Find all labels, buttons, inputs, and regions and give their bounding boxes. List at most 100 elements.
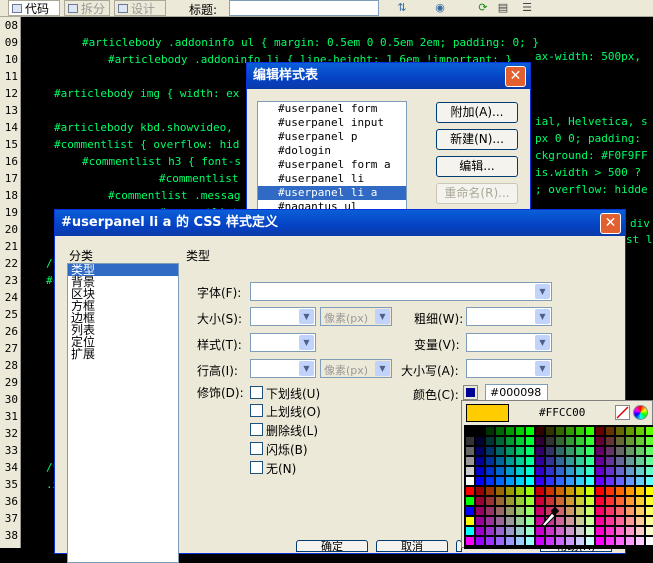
color-cell[interactable] <box>536 437 544 445</box>
color-cell[interactable] <box>526 447 534 455</box>
color-cell[interactable] <box>636 457 644 465</box>
color-cell[interactable] <box>556 527 564 535</box>
color-cell[interactable] <box>576 467 584 475</box>
color-cell[interactable] <box>476 457 484 465</box>
color-cell[interactable] <box>476 427 484 435</box>
category-item[interactable]: 扩展 <box>68 348 178 360</box>
color-cell[interactable] <box>636 487 644 495</box>
color-cell[interactable] <box>496 477 504 485</box>
blink-checkbox[interactable] <box>250 442 263 455</box>
color-cell[interactable] <box>536 487 544 495</box>
color-cell[interactable] <box>616 427 624 435</box>
color-cell[interactable] <box>466 487 474 495</box>
color-cell[interactable] <box>536 427 544 435</box>
design-view-button[interactable]: 设计 <box>114 0 166 16</box>
color-cell[interactable] <box>626 517 634 525</box>
color-cell[interactable] <box>576 537 584 545</box>
color-cell[interactable] <box>626 487 634 495</box>
color-cell[interactable] <box>646 497 653 505</box>
file-management-icon[interactable]: ⇅ <box>395 1 409 15</box>
color-cell[interactable] <box>506 517 514 525</box>
color-cell[interactable] <box>626 467 634 475</box>
color-cell[interactable] <box>586 477 594 485</box>
rule-list-item[interactable]: #dologin <box>258 144 406 158</box>
color-cell[interactable] <box>646 437 653 445</box>
color-cell[interactable] <box>596 527 604 535</box>
color-cell[interactable] <box>616 527 624 535</box>
color-cell[interactable] <box>476 487 484 495</box>
color-cell[interactable] <box>516 507 524 515</box>
color-cell[interactable] <box>516 497 524 505</box>
close-icon[interactable]: ✕ <box>600 213 621 234</box>
new-button[interactable]: 新建(N)... <box>436 129 518 150</box>
color-cell[interactable] <box>506 467 514 475</box>
color-cell[interactable] <box>586 497 594 505</box>
color-cell[interactable] <box>466 437 474 445</box>
color-cell[interactable] <box>536 537 544 545</box>
color-cell[interactable] <box>466 447 474 455</box>
color-cell[interactable] <box>476 507 484 515</box>
color-cell[interactable] <box>486 517 494 525</box>
color-cell[interactable] <box>626 497 634 505</box>
color-cell[interactable] <box>496 507 504 515</box>
color-cell[interactable] <box>596 537 604 545</box>
color-cell[interactable] <box>576 457 584 465</box>
color-cell[interactable] <box>586 437 594 445</box>
color-cell[interactable] <box>506 477 514 485</box>
color-cell[interactable] <box>496 527 504 535</box>
color-cell[interactable] <box>486 487 494 495</box>
color-cell[interactable] <box>516 467 524 475</box>
color-cell[interactable] <box>616 487 624 495</box>
color-cell[interactable] <box>596 437 604 445</box>
color-cell[interactable] <box>506 497 514 505</box>
color-cell[interactable] <box>616 437 624 445</box>
color-cell[interactable] <box>506 457 514 465</box>
system-color-picker-icon[interactable] <box>633 405 648 420</box>
line-through-checkbox[interactable] <box>250 423 263 436</box>
color-cell[interactable] <box>606 527 614 535</box>
color-cell[interactable] <box>616 457 624 465</box>
color-cell[interactable] <box>596 487 604 495</box>
color-cell[interactable] <box>486 527 494 535</box>
color-cell[interactable] <box>556 437 564 445</box>
color-cell[interactable] <box>486 447 494 455</box>
color-cell[interactable] <box>506 537 514 545</box>
color-cell[interactable] <box>646 467 653 475</box>
color-cell[interactable] <box>536 457 544 465</box>
color-cell[interactable] <box>526 437 534 445</box>
color-cell[interactable] <box>556 467 564 475</box>
color-cell[interactable] <box>526 517 534 525</box>
color-cell[interactable] <box>546 497 554 505</box>
line-height-unit-select[interactable]: 像素(px) ▼ <box>320 359 392 378</box>
color-cell[interactable] <box>526 537 534 545</box>
color-cell[interactable] <box>596 497 604 505</box>
color-cell[interactable] <box>616 497 624 505</box>
color-cell[interactable] <box>636 507 644 515</box>
color-cell[interactable] <box>636 517 644 525</box>
color-cell[interactable] <box>516 457 524 465</box>
color-cell[interactable] <box>606 497 614 505</box>
color-cell[interactable] <box>506 447 514 455</box>
no-color-icon[interactable] <box>615 405 630 420</box>
rule-list-item[interactable]: #userpanel input <box>258 116 406 130</box>
color-cell[interactable] <box>486 437 494 445</box>
color-cell[interactable] <box>626 477 634 485</box>
rule-list-item[interactable]: #userpanel li <box>258 172 406 186</box>
close-icon[interactable]: ✕ <box>505 66 526 87</box>
color-cell[interactable] <box>606 507 614 515</box>
color-cell[interactable] <box>546 437 554 445</box>
color-cell[interactable] <box>516 537 524 545</box>
color-cell[interactable] <box>576 447 584 455</box>
color-cell[interactable] <box>606 457 614 465</box>
color-cell[interactable] <box>526 457 534 465</box>
color-cell[interactable] <box>516 517 524 525</box>
color-cell[interactable] <box>566 477 574 485</box>
color-cell[interactable] <box>466 497 474 505</box>
color-cell[interactable] <box>596 507 604 515</box>
color-cell[interactable] <box>536 467 544 475</box>
color-cell[interactable] <box>606 437 614 445</box>
color-cell[interactable] <box>466 467 474 475</box>
color-cell[interactable] <box>486 477 494 485</box>
color-cell[interactable] <box>586 537 594 545</box>
color-cell[interactable] <box>486 537 494 545</box>
